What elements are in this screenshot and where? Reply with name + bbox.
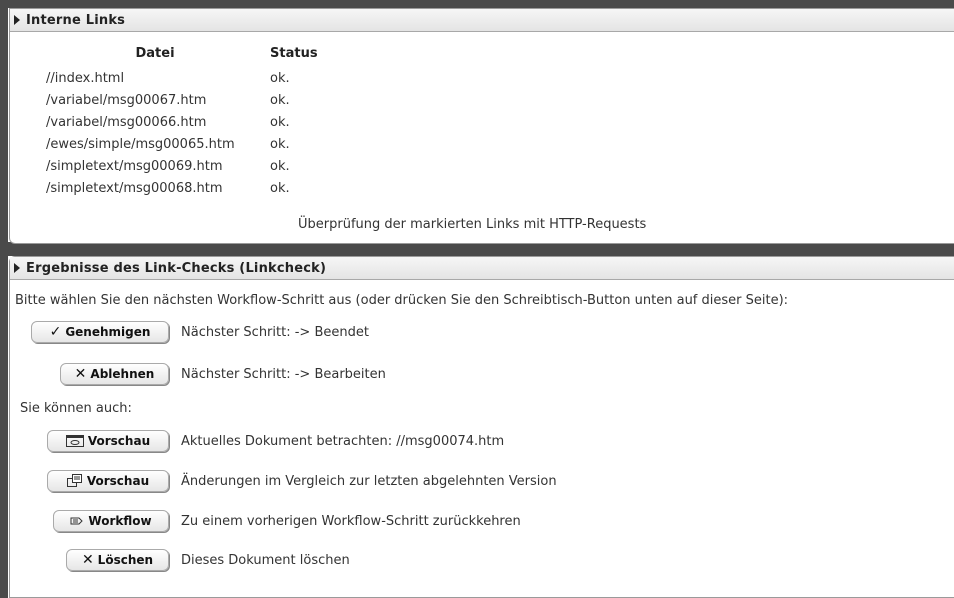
preview-row: Vorschau Aktuelles Dokument betrachten: … — [47, 430, 504, 452]
compare-icon — [66, 474, 83, 488]
reject-description: Nächster Schritt: -> Bearbeiten — [181, 366, 386, 382]
compare-row: Vorschau Änderungen im Vergleich zur let… — [47, 470, 557, 492]
also-label: Sie können auch: — [20, 401, 132, 416]
check-icon: ✓ — [49, 324, 62, 340]
linkcheck-results-panel: Ergebnisse des Link-Checks (Linkcheck) B… — [9, 256, 954, 598]
link-status: ok. — [270, 136, 290, 152]
link-status: ok. — [270, 158, 290, 174]
expand-triangle-icon[interactable] — [14, 263, 20, 273]
approve-row: ✓ Genehmigen Nächster Schritt: -> Beende… — [31, 321, 369, 343]
workflow-description: Zu einem vorherigen Workflow-Schritt zur… — [181, 513, 521, 529]
compare-button-label: Vorschau — [86, 474, 150, 488]
table-row: /simpletext/msg00068.htm ok. — [44, 177, 320, 199]
x-icon: ✕ — [81, 552, 94, 568]
link-file: /variabel/msg00066.htm — [46, 114, 207, 130]
workflow-icon — [70, 515, 84, 527]
link-file: //index.html — [46, 70, 125, 86]
table-row: /variabel/msg00067.htm ok. — [44, 89, 320, 111]
approve-button-label: Genehmigen — [65, 325, 151, 339]
workflow-instruction: Bitte wählen Sie den nächsten Workflow-S… — [15, 293, 789, 308]
internal-links-panel: Interne Links Datei Status //index.html … — [9, 8, 954, 244]
workflow-button-label: Workflow — [88, 514, 152, 528]
preview-description: Aktuelles Dokument betrachten: //msg0007… — [181, 433, 505, 449]
internal-links-title: Interne Links — [26, 12, 126, 28]
preview-eye-icon — [65, 435, 84, 447]
link-file: /variabel/msg00067.htm — [46, 92, 207, 108]
expand-triangle-icon[interactable] — [14, 15, 20, 25]
linkcheck-results-title: Ergebnisse des Link-Checks (Linkcheck) — [26, 260, 327, 276]
reject-button-label: Ablehnen — [90, 367, 155, 381]
column-header-status: Status — [270, 45, 318, 61]
link-status: ok. — [270, 70, 290, 86]
link-file: /simpletext/msg00068.htm — [46, 180, 223, 196]
link-status: ok. — [270, 114, 290, 130]
window-frame-left — [0, 0, 8, 598]
workflow-row: Workflow Zu einem vorherigen Workflow-Sc… — [53, 510, 521, 532]
link-check-note: Überprüfung der markierten Links mit HTT… — [298, 217, 647, 232]
window-frame-top — [0, 0, 954, 8]
compare-description: Änderungen im Vergleich zur letzten abge… — [181, 473, 557, 489]
preview-button[interactable]: Vorschau — [47, 430, 169, 452]
reject-button[interactable]: ✕ Ablehnen — [60, 363, 169, 385]
table-row: /ewes/simple/msg00065.htm ok. — [44, 133, 320, 155]
approve-button[interactable]: ✓ Genehmigen — [31, 321, 169, 343]
linkcheck-results-header[interactable]: Ergebnisse des Link-Checks (Linkcheck) — [10, 257, 954, 280]
panel-separator — [0, 242, 954, 256]
internal-links-header[interactable]: Interne Links — [10, 9, 954, 32]
delete-button-label: Löschen — [97, 553, 154, 567]
link-file: /simpletext/msg00069.htm — [46, 158, 223, 174]
link-status: ok. — [270, 180, 290, 196]
column-header-file: Datei — [135, 45, 175, 61]
table-row: //index.html ok. — [44, 67, 320, 89]
link-file: /ewes/simple/msg00065.htm — [46, 136, 235, 152]
delete-button[interactable]: ✕ Löschen — [66, 549, 169, 571]
preview-button-label: Vorschau — [87, 434, 151, 448]
links-table: Datei Status //index.html ok. /variabel/… — [44, 45, 320, 199]
x-icon: ✕ — [74, 366, 87, 382]
table-row: /simpletext/msg00069.htm ok. — [44, 155, 320, 177]
delete-row: ✕ Löschen Dieses Dokument löschen — [66, 549, 350, 571]
compare-preview-button[interactable]: Vorschau — [47, 470, 169, 492]
reject-row: ✕ Ablehnen Nächster Schritt: -> Bearbeit… — [60, 363, 386, 385]
link-status: ok. — [270, 92, 290, 108]
delete-description: Dieses Dokument löschen — [181, 552, 350, 568]
approve-description: Nächster Schritt: -> Beendet — [181, 324, 369, 340]
table-row: /variabel/msg00066.htm ok. — [44, 111, 320, 133]
workflow-button[interactable]: Workflow — [53, 510, 169, 532]
